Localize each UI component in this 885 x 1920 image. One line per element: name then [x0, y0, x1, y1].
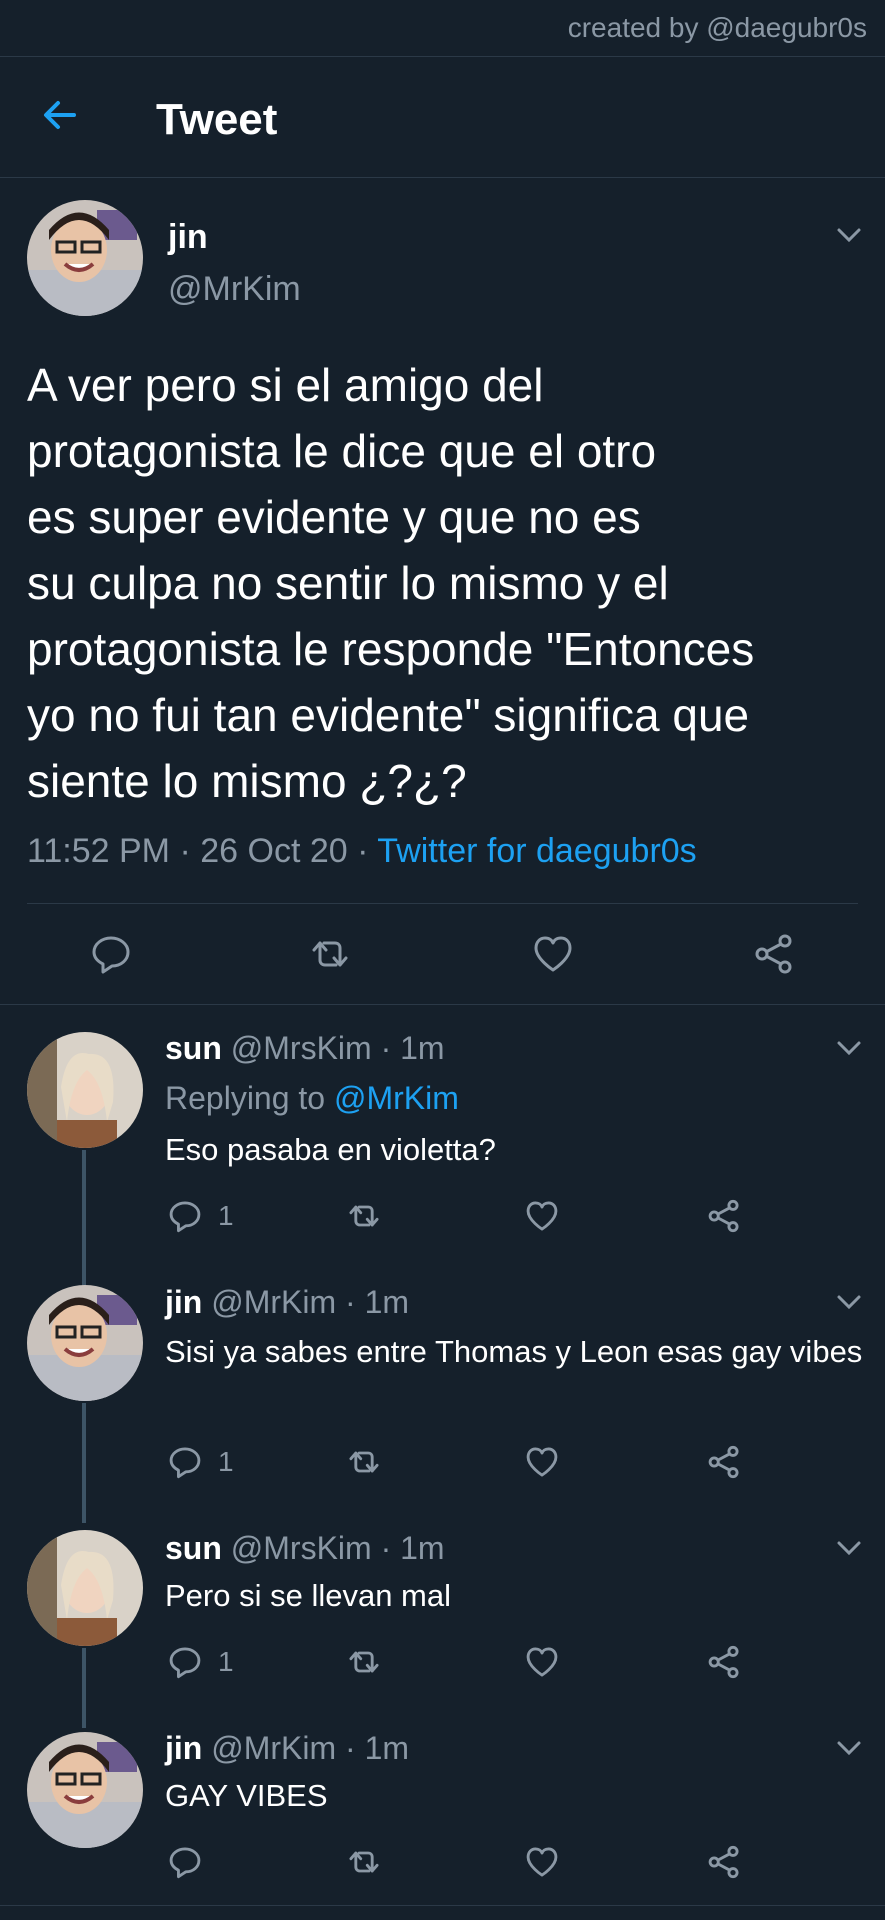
chevron-down-icon[interactable]	[834, 1038, 864, 1058]
avatar[interactable]	[27, 1732, 143, 1848]
reply-author-name[interactable]: jin	[165, 1284, 202, 1320]
reply-time: 1m	[364, 1284, 410, 1320]
thread-line	[82, 1648, 86, 1728]
tweet-date: 26 Oct 20	[200, 832, 348, 870]
reply-author-handle[interactable]: @MrKim	[211, 1284, 336, 1320]
reply-author-handle[interactable]: @MrKim	[211, 1730, 336, 1766]
reply-text: GAY VIBES	[165, 1778, 328, 1813]
reply-author-name[interactable]: sun	[165, 1030, 222, 1066]
tweet-meta: 11:52 PM · 26 Oct 20 · Twitter for daegu…	[27, 832, 697, 871]
share-icon[interactable]	[752, 932, 796, 976]
share-icon[interactable]	[706, 1844, 742, 1880]
tweet-source-link[interactable]: Twitter for daegubr0s	[377, 832, 696, 870]
avatar[interactable]	[27, 1032, 143, 1148]
meta-separator: ·	[357, 832, 369, 870]
avatar[interactable]	[27, 1285, 143, 1401]
retweet-icon[interactable]	[308, 932, 352, 976]
meta-separator: ·	[345, 1730, 356, 1766]
credit-text: created by @daegubr0s	[567, 12, 867, 43]
reply-author-name[interactable]: jin	[165, 1730, 202, 1766]
retweet-icon[interactable]	[346, 1644, 382, 1680]
thread-line	[82, 1150, 86, 1290]
replying-to-handle[interactable]: @MrKim	[334, 1080, 459, 1116]
divider	[0, 1905, 885, 1906]
reply-icon[interactable]	[89, 932, 133, 976]
back-arrow-icon[interactable]	[38, 93, 82, 137]
reply-time: 1m	[400, 1530, 445, 1566]
avatar[interactable]	[27, 1530, 143, 1646]
author-name[interactable]: jin	[168, 218, 208, 257]
author-handle[interactable]: @MrKim	[168, 270, 301, 309]
page-title: Tweet	[156, 95, 278, 144]
reply-icon[interactable]	[167, 1844, 203, 1880]
like-icon[interactable]	[524, 1844, 560, 1880]
meta-separator: ·	[179, 832, 191, 870]
chevron-down-icon[interactable]	[834, 1292, 864, 1312]
reply-text: Eso pasaba en violetta?	[165, 1132, 496, 1167]
reply-header: jin @MrKim · 1m	[165, 1730, 409, 1767]
reply-header: sun @MrsKim · 1m	[165, 1030, 445, 1067]
share-icon[interactable]	[706, 1644, 742, 1680]
replying-label: Replying to	[165, 1080, 326, 1116]
divider	[27, 903, 858, 904]
credit-bar: created by @daegubr0s	[0, 0, 885, 57]
share-icon[interactable]	[706, 1444, 742, 1480]
like-icon[interactable]	[524, 1644, 560, 1680]
reply-header: jin @MrKim · 1m	[165, 1284, 409, 1321]
reply-time: 1m	[364, 1730, 410, 1766]
chevron-down-icon[interactable]	[834, 225, 864, 245]
reply-author-handle[interactable]: @MrsKim	[231, 1030, 372, 1066]
retweet-icon[interactable]	[346, 1844, 382, 1880]
tweet-text: A ver pero si el amigo del protagonista …	[27, 359, 755, 807]
share-icon[interactable]	[706, 1198, 742, 1234]
meta-separator: ·	[380, 1030, 392, 1066]
thread-line	[82, 1403, 86, 1523]
replying-to: Replying to @MrKim	[165, 1080, 459, 1117]
reply-header: sun @MrsKim · 1m	[165, 1530, 445, 1567]
reply-count: 1	[218, 1446, 234, 1477]
chevron-down-icon[interactable]	[834, 1538, 864, 1558]
avatar[interactable]	[27, 200, 143, 316]
reply-text: Pero si se llevan mal	[165, 1578, 452, 1613]
meta-separator: ·	[345, 1284, 356, 1320]
reply-icon[interactable]	[167, 1198, 203, 1234]
like-icon[interactable]	[524, 1198, 560, 1234]
meta-separator: ·	[380, 1530, 392, 1566]
retweet-icon[interactable]	[346, 1198, 382, 1234]
reply-icon[interactable]	[167, 1644, 203, 1680]
reply-count: 1	[218, 1200, 234, 1231]
reply-icon[interactable]	[167, 1444, 203, 1480]
reply-count: 1	[218, 1646, 234, 1677]
like-icon[interactable]	[531, 932, 575, 976]
reply-time: 1m	[400, 1030, 445, 1066]
chevron-down-icon[interactable]	[834, 1738, 864, 1758]
retweet-icon[interactable]	[346, 1444, 382, 1480]
header: Tweet	[0, 57, 885, 178]
tweet-time: 11:52 PM	[27, 832, 171, 870]
reply-author-handle[interactable]: @MrsKim	[231, 1530, 372, 1566]
divider	[0, 1004, 885, 1005]
like-icon[interactable]	[524, 1444, 560, 1480]
reply-author-name[interactable]: sun	[165, 1530, 222, 1566]
reply-text: Sisi ya sabes entre Thomas y Leon esas g…	[165, 1334, 863, 1369]
